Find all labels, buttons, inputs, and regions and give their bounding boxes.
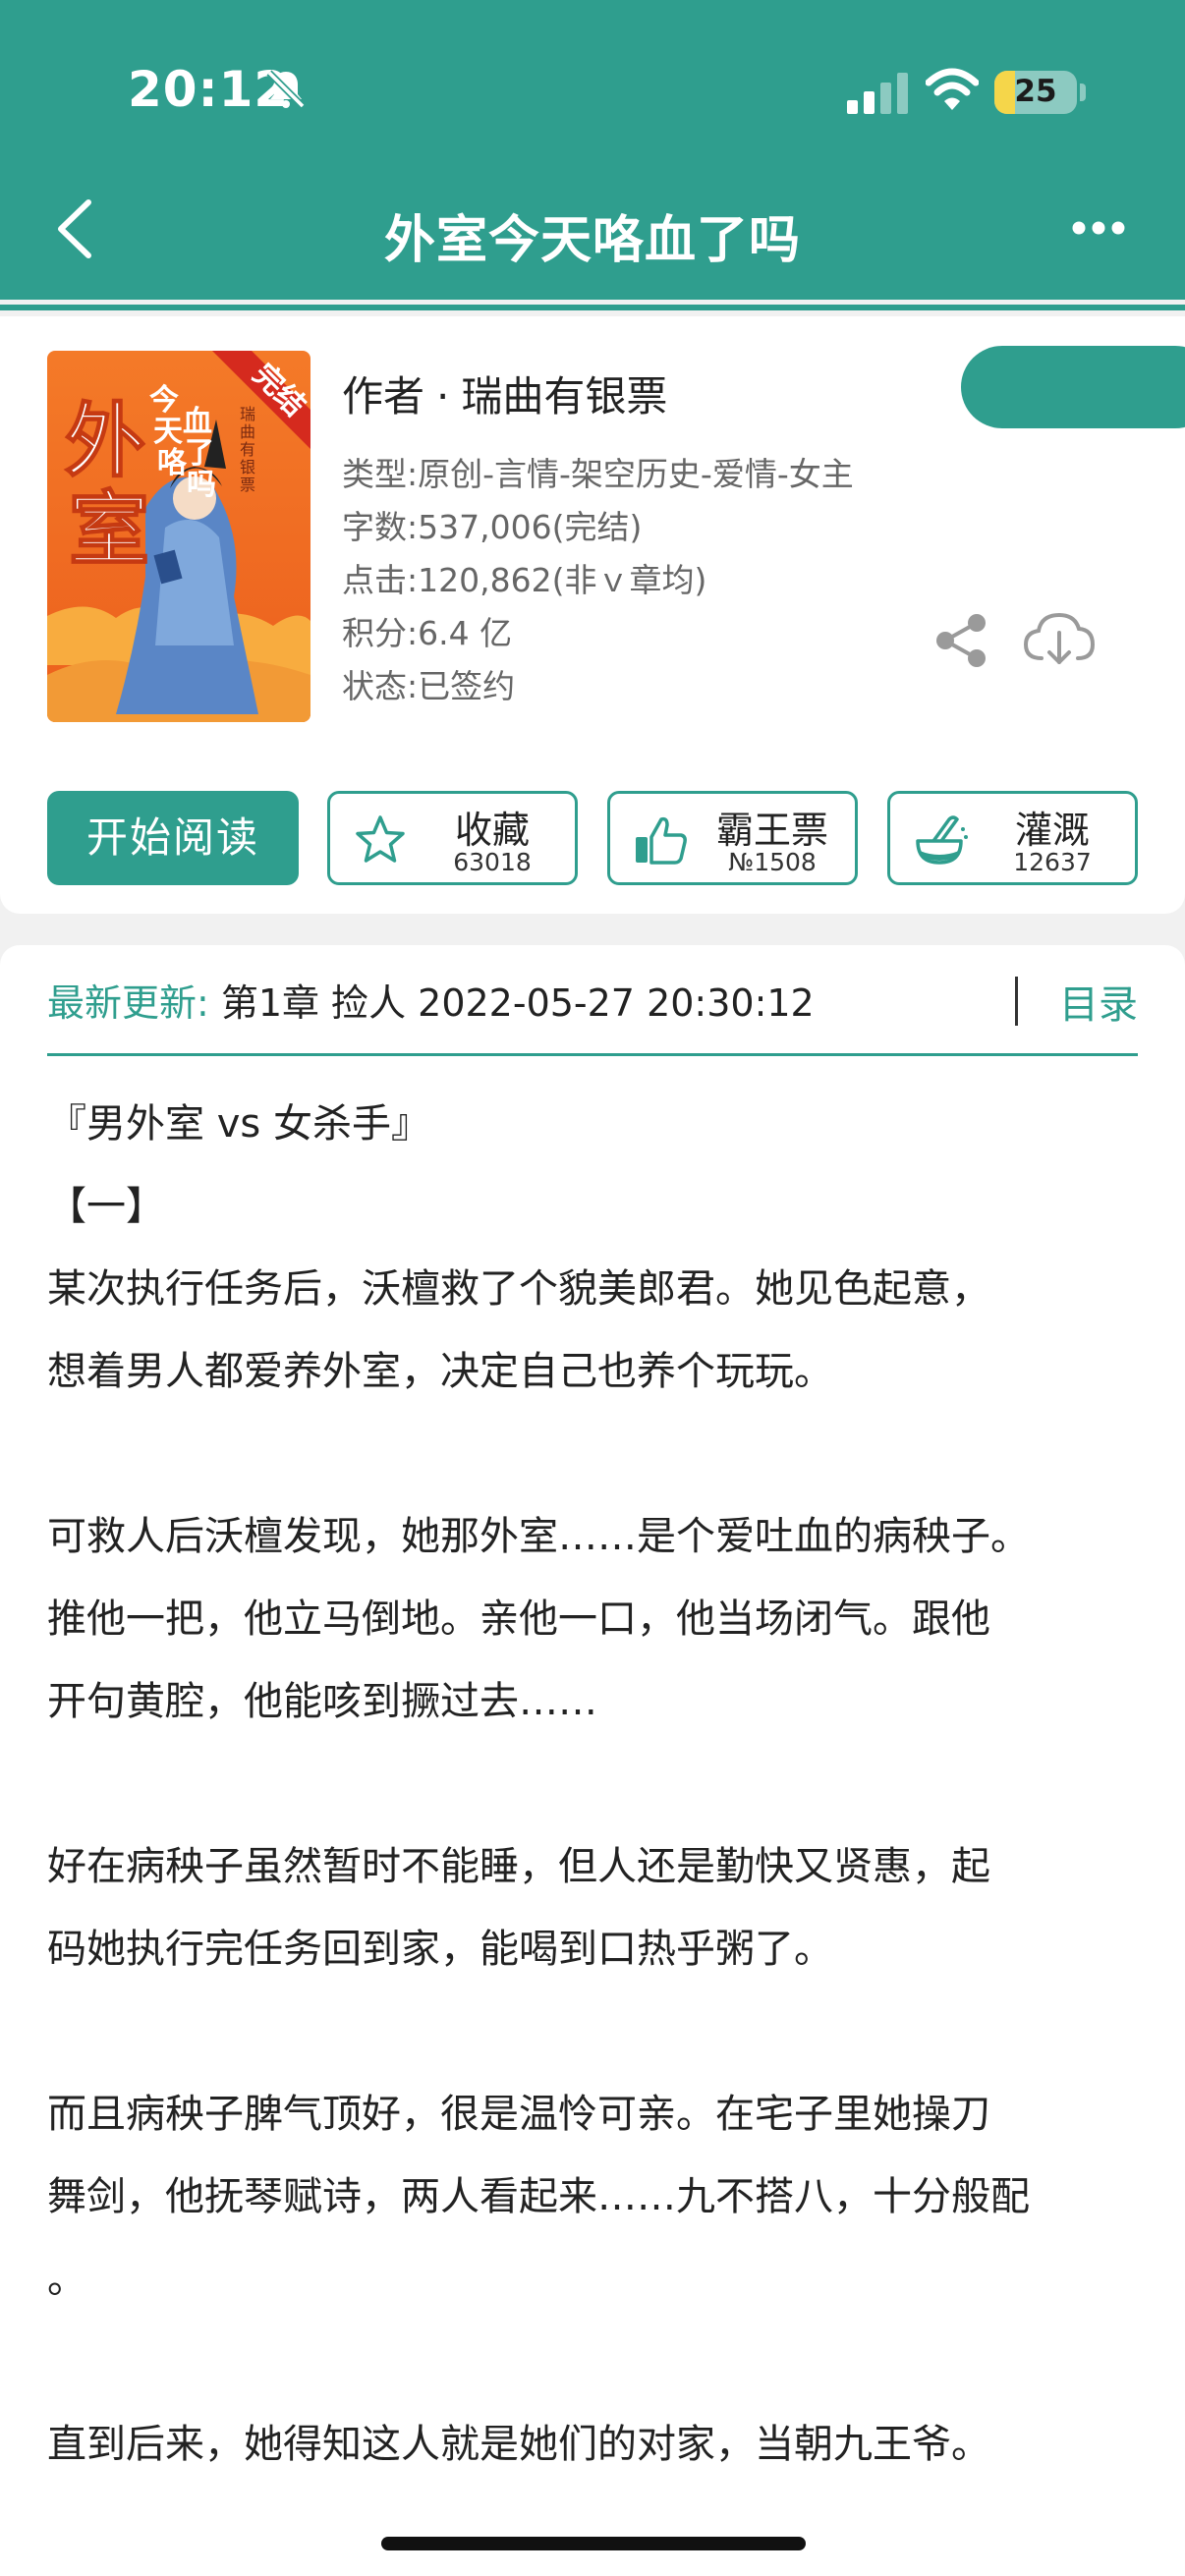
watering-can-icon	[916, 815, 968, 865]
synopsis-blank-line	[47, 1990, 1148, 2073]
irrigate-count: 12637	[1013, 848, 1092, 876]
synopsis-blank-line	[47, 1743, 1148, 1825]
page-title: 外室今天咯血了吗	[383, 211, 801, 270]
synopsis-line: 可救人后沃檀发现，她那外室……是个爱吐血的病秧子。	[47, 1514, 1030, 1559]
cover-glyph: 吗	[187, 468, 216, 502]
synopsis-line: 直到后来，她得知这人就是她们的对家，当朝九王爷。	[47, 2422, 990, 2467]
book-status: 状态:已签约	[342, 667, 516, 705]
home-indicator[interactable]	[381, 2537, 806, 2550]
synopsis-line: 开句黄腔，他能咳到撅过去……	[47, 1679, 597, 1724]
cover-author-glyph: 有	[240, 440, 255, 459]
synopsis-line: 而且病秧子脾气顶好，很是温怜可亲。在宅子里她操刀	[47, 2092, 990, 2137]
battery-percent: 25	[1014, 74, 1057, 109]
more-options-icon[interactable]	[1071, 218, 1126, 238]
book-score: 积分:6.4 亿	[342, 614, 513, 652]
book-cover[interactable]: 外 室 今 天 咯 血 了 吗 瑞 曲 有 银 票 完结	[47, 351, 310, 722]
share-icon[interactable]	[931, 611, 990, 670]
cloud-download-icon[interactable]	[1022, 609, 1097, 670]
author-label: 作者	[342, 372, 425, 420]
star-icon	[356, 815, 405, 863]
start-reading-button[interactable]: 开始阅读	[47, 791, 299, 885]
cover-glyph: 咯	[157, 446, 188, 480]
vertical-divider	[1015, 977, 1018, 1026]
synopsis-line: 码她执行完任务回到家，能喝到口热乎粥了。	[47, 1927, 833, 1972]
cover-glyph: 了	[185, 436, 214, 471]
latest-update-label: 最新更新:	[47, 981, 209, 1025]
wifi-icon	[926, 68, 979, 110]
latest-chapter-link[interactable]: 第1章 捡人 2022-05-27 20:30:12	[221, 981, 815, 1025]
author-separator: ·	[436, 372, 450, 420]
battery-indicator: 25	[994, 71, 1077, 114]
synopsis-line: 舞剑，他抚琴赋诗，两人看起来……九不搭八，十分般配	[47, 2174, 1030, 2219]
cover-big-glyph-2: 室	[69, 483, 149, 577]
synopsis-line: 。	[47, 2257, 86, 2302]
thumbs-up-icon	[636, 816, 687, 865]
app-screen: 20:12 25 外室今天咯血了吗 外 室 今 天 咯 血 了 吗 瑞 曲 有 …	[0, 0, 1185, 2576]
book-word-count: 字数:537,006(完结)	[342, 508, 643, 546]
battery-nub	[1080, 84, 1086, 101]
collect-button[interactable]: 收藏 63018	[327, 791, 578, 885]
latest-update-row[interactable]: 最新更新: 第1章 捡人 2022-05-27 20:30:12 目录	[47, 973, 1138, 1032]
cover-glyph: 今	[149, 383, 179, 418]
synopsis-blank-line	[47, 1413, 1148, 1495]
synopsis-line: 某次执行任务后，沃檀救了个貌美郎君。她见色起意，	[47, 1266, 990, 1312]
cover-glyph: 血	[183, 405, 212, 439]
cellular-signal-icon	[847, 73, 908, 114]
collect-count: 63018	[453, 848, 532, 876]
book-clicks: 点击:120,862(非ｖ章均)	[342, 561, 707, 599]
author-line: 作者 · 瑞曲有银票	[342, 364, 667, 423]
cover-author-glyph: 曲	[240, 422, 255, 441]
synopsis-line: 推他一把，他立马倒地。亲他一口，他当场闭气。跟他	[47, 1596, 990, 1642]
cover-author-glyph: 瑞	[240, 405, 255, 423]
synopsis-line: 【一】	[47, 1184, 165, 1229]
content-card: 最新更新: 第1章 捡人 2022-05-27 20:30:12 目录 『男外室 …	[0, 945, 1185, 2576]
book-genre: 类型:原创-言情-架空历史-爱情-女主	[342, 455, 854, 493]
book-synopsis: 『男外室 vs 女杀手』 【一】某次执行任务后，沃檀救了个貌美郎君。她见色起意， 想…	[47, 1083, 1148, 2486]
ticket-count: №1508	[728, 848, 817, 876]
synopsis-blank-line	[47, 2321, 1148, 2403]
irrigate-button[interactable]: 灌溉 12637	[887, 791, 1138, 885]
follow-author-pill[interactable]	[961, 346, 1185, 428]
cover-glyph: 天	[153, 415, 183, 449]
section-divider	[47, 1053, 1138, 1056]
overlord-ticket-button[interactable]: 霸王票 №1508	[607, 791, 858, 885]
book-cover-art: 外 室 今 天 咯 血 了 吗 瑞 曲 有 银 票 完结	[47, 351, 310, 722]
synopsis-line: 想着男人都爱养外室，决定自己也养个玩玩。	[47, 1349, 833, 1394]
cover-author-glyph: 银	[240, 458, 255, 476]
top-header: 20:12 25 外室今天咯血了吗	[0, 0, 1185, 300]
table-of-contents-link[interactable]: 目录	[1059, 973, 1138, 1030]
synopsis-line: 好在病秧子虽然暂时不能睡，但人还是勤快又贤惠，起	[47, 1844, 990, 1889]
book-info-card: 外 室 今 天 咯 血 了 吗 瑞 曲 有 银 票 完结 作者 · 瑞曲有银票 …	[0, 316, 1185, 914]
synopsis-line: 『男外室 vs 女杀手』	[47, 1101, 430, 1147]
cover-big-glyph-1: 外	[65, 395, 145, 488]
ticket-label: 霸王票	[715, 809, 828, 852]
bell-muted-icon	[266, 70, 306, 109]
cover-author-glyph: 票	[240, 476, 255, 494]
author-name[interactable]: 瑞曲有银票	[461, 372, 667, 420]
collect-label: 收藏	[454, 809, 530, 852]
irrigate-label: 灌溉	[1014, 809, 1090, 852]
header-divider	[0, 305, 1185, 310]
